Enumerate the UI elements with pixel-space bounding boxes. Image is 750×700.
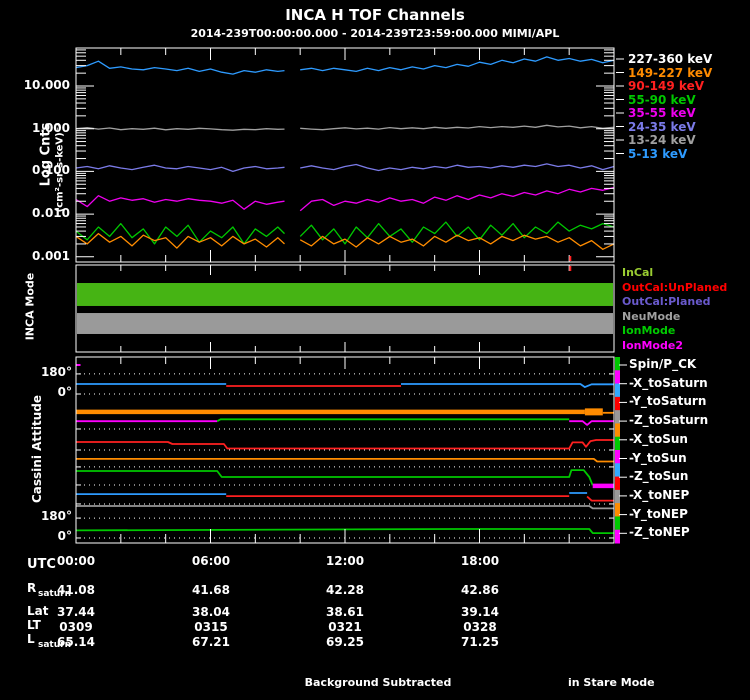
y-tick-label: 1.000 <box>32 121 70 135</box>
trace-5-13keV <box>75 60 285 75</box>
ephemeris-value: 41.68 <box>192 583 230 597</box>
trace-5-13keV <box>300 56 615 73</box>
ephemeris-value: 39.14 <box>461 605 499 619</box>
attitude-trace-10 <box>76 439 614 450</box>
trace-24-35keV <box>300 163 615 172</box>
legend-item-5-13keV: 5-13 keV <box>628 146 688 161</box>
ephemeris-row-label: LT <box>27 618 41 632</box>
attitude-colorbar-segment <box>615 396 620 411</box>
legend-item-OutCalPlaned: OutCal:Planed <box>622 295 711 308</box>
ephemeris-value: 38.04 <box>192 605 230 619</box>
legend-item-IonMode: IonMode <box>622 324 676 337</box>
attitude-colorbar-segment <box>615 529 620 544</box>
ephemeris-value: 38.61 <box>326 605 364 619</box>
legend-item--Z_toNEP: -Z_toNEP <box>629 525 690 539</box>
legend-item-24-35keV: 24-35 keV <box>628 119 696 134</box>
ephemeris-value: 71.25 <box>461 635 499 649</box>
y-tick-label: 0.100 <box>32 163 70 177</box>
utc-tick-label: 00:00 <box>56 554 96 568</box>
legend-item--Y_toNEP: -Y_toNEP <box>629 507 688 521</box>
legend-item-149-227keV: 149-227 keV <box>628 65 713 80</box>
legend-item-NeuMode: NeuMode <box>622 310 681 323</box>
legend-item-55-90keV: 55-90 keV <box>628 92 696 107</box>
legend-item-OutCalUnPlaned: OutCal:UnPlaned <box>622 281 728 294</box>
legend-item--Z_toSaturn: -Z_toSaturn <box>629 413 709 427</box>
legend-item-227-360keV: 227-360 keV <box>628 52 713 66</box>
legend-item--Y_toSaturn: -Y_toSaturn <box>629 394 707 408</box>
utc-tick-label: 06:00 <box>191 554 231 568</box>
attitude-y-tick-label: 0° <box>57 385 72 399</box>
trace-35-55keV <box>299 186 615 212</box>
stare-mode-note: in Stare Mode <box>568 676 655 689</box>
legend-item--X_toSun: -X_toSun <box>629 432 688 446</box>
inca-plot-window: { "header": { "title": "INCA H TOF Chann… <box>0 0 750 700</box>
ephemeris-value: 69.25 <box>326 635 364 649</box>
green-mode-band <box>77 283 613 306</box>
attitude-trace-3 <box>401 383 614 389</box>
trace-149-227keV <box>299 234 615 250</box>
gray-mode-band <box>77 313 613 334</box>
ephemeris-value: 42.28 <box>326 583 364 597</box>
attitude-colorbar-segment <box>615 450 620 464</box>
legend-item--X_toNEP: -X_toNEP <box>629 488 690 502</box>
attitude-colorbar-segment <box>615 463 620 478</box>
utc-tick-label: 12:00 <box>325 554 365 568</box>
attitude-colorbar-segment <box>615 370 620 385</box>
ephemeris-value: 42.86 <box>461 583 499 597</box>
attitude-trace-8 <box>216 418 570 422</box>
y-tick-label: 0.010 <box>32 206 70 220</box>
attitude-colorbar-segment <box>615 410 620 424</box>
attitude-colorbar-segment <box>615 476 620 491</box>
legend-item-35-55keV: 35-55 keV <box>628 106 696 120</box>
attitude-trace-18 <box>76 505 614 510</box>
ephemeris-value: 0315 <box>194 620 228 634</box>
attitude-y-tick-label: 0° <box>57 529 72 543</box>
attitude-colorbar-segment <box>615 423 620 438</box>
trace-13-24keV <box>75 126 285 131</box>
ephemeris-row-label: Lat <box>27 604 49 618</box>
ephemeris-value: 0321 <box>328 620 362 634</box>
ephemeris-value: 0328 <box>463 620 497 634</box>
legend-item-InCal: InCal <box>622 266 654 279</box>
y-tick-label: 10.000 <box>23 78 70 92</box>
attitude-trace-9 <box>569 420 614 426</box>
inca-mode-panel <box>75 264 615 353</box>
legend-item--X_toSaturn: -X_toSaturn <box>629 376 708 390</box>
ephemeris-row-sublabel: saturn <box>38 640 71 650</box>
trace-24-35keV <box>75 164 285 173</box>
attitude-trace-12 <box>76 469 594 486</box>
legend-item-90-149keV: 90-149 keV <box>628 79 704 93</box>
trace-35-55keV <box>75 195 285 210</box>
utc-tick-label: 18:00 <box>460 554 500 568</box>
attitude-colorbar-segment <box>615 357 620 371</box>
legend-item-SpinP_CK: Spin/P_CK <box>629 357 697 371</box>
legend-item--Y_toSun: -Y_toSun <box>629 451 687 465</box>
attitude-colorbar-segment <box>615 489 620 504</box>
attitude-trace-17 <box>586 495 614 502</box>
attitude-y-tick-label: 180° <box>40 365 72 379</box>
attitude-colorbar-segment <box>615 516 620 531</box>
attitude-colorbar-segment <box>615 436 620 451</box>
attitude-colorbar-segment <box>615 383 620 398</box>
legend-item-IonMode2: IonMode2 <box>622 339 683 352</box>
ephemeris-row-sublabel: saturn <box>38 589 71 599</box>
ephemeris-value: 0309 <box>59 620 93 634</box>
trace-149-227keV <box>75 232 285 249</box>
legend-item--Z_toSun: -Z_toSun <box>629 469 689 483</box>
attitude-y-tick-label: 180° <box>40 509 72 523</box>
ephemeris-value: 67.21 <box>192 635 230 649</box>
legend-item-13-24keV: 13-24 keV <box>628 133 696 147</box>
y-tick-label: 0.001 <box>32 249 70 263</box>
attitude-trace-11 <box>76 457 614 463</box>
ephemeris-row-label: R <box>27 581 37 595</box>
ephemeris-row-label: L <box>27 632 35 646</box>
ephemeris-value: 37.44 <box>57 605 95 619</box>
trace-13-24keV <box>300 124 615 131</box>
background-subtracted-note: Background Subtracted <box>304 676 452 689</box>
